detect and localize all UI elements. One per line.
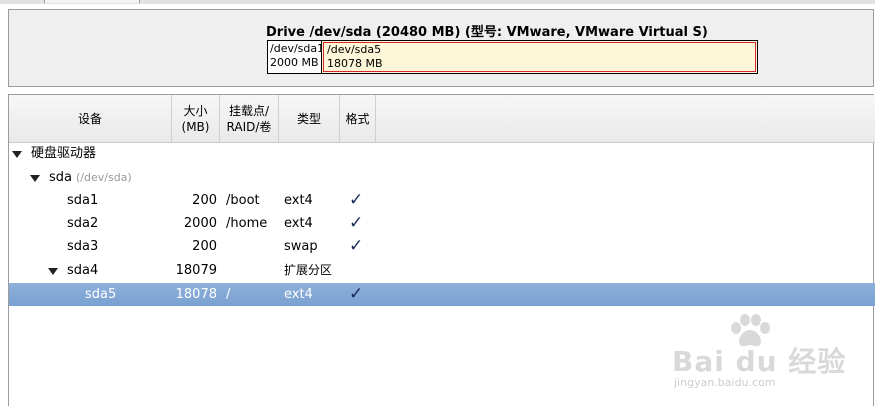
expander-icon[interactable] xyxy=(48,268,58,275)
expander-icon[interactable] xyxy=(12,151,22,158)
table-row[interactable]: sda1 200 /boot ext4 ✓ xyxy=(9,189,875,212)
segment-selection-outline: /dev/sda5 18078 MB xyxy=(323,42,756,72)
tree-row-sda[interactable]: sda (/dev/sda) xyxy=(9,166,875,189)
mount-cell: /boot xyxy=(226,193,260,208)
type-cell: ext4 xyxy=(284,216,313,231)
size-cell: 2000 xyxy=(183,216,217,231)
device-cell: sda1 xyxy=(67,193,99,208)
tree-row-hard-drives[interactable]: 硬盘驱动器 xyxy=(9,142,875,165)
top-tab[interactable] xyxy=(44,0,140,3)
header-label: 格式 xyxy=(345,111,370,126)
format-check-icon: ✓ xyxy=(349,236,364,256)
expander-icon[interactable] xyxy=(30,175,40,182)
size-cell: 200 xyxy=(192,193,217,208)
mount-cell: /home xyxy=(226,216,268,231)
header-label: RAID/卷 xyxy=(226,119,272,134)
format-check-icon: ✓ xyxy=(349,284,364,304)
table-header: 设备 大小 (MB) 挂载点/RAID/卷 类型 格式 xyxy=(9,95,875,143)
type-cell: ext4 xyxy=(284,287,313,302)
size-cell: 18079 xyxy=(175,263,217,278)
partition-segment-sda5[interactable]: /dev/sda5 18078 MB xyxy=(321,40,758,74)
drive-title: Drive /dev/sda (20480 MB) (型号: VMware, V… xyxy=(266,25,708,40)
type-cell: swap xyxy=(284,239,318,254)
header-label: 设备 xyxy=(77,111,102,126)
table-row[interactable]: sda2 2000 /home ext4 ✓ xyxy=(9,212,875,235)
disk-label-cell: sda (/dev/sda) xyxy=(49,166,132,189)
format-check-icon: ✓ xyxy=(349,190,364,210)
column-header-type[interactable]: 类型 xyxy=(279,95,340,142)
device-cell: sda2 xyxy=(67,216,99,231)
header-label: 挂载点/ xyxy=(228,103,270,118)
device-cell: sda4 xyxy=(67,263,99,278)
header-label: 大小 xyxy=(183,103,208,118)
type-cell: 扩展分区 xyxy=(284,263,333,277)
disk-path: (/dev/sda) xyxy=(76,171,132,184)
device-cell: sda3 xyxy=(67,239,99,254)
disk-label: sda xyxy=(49,170,72,185)
table-row[interactable]: sda4 18079 扩展分区 xyxy=(9,259,875,282)
segment-name: /dev/sda5 xyxy=(327,43,382,56)
segment-size: 18078 MB xyxy=(327,57,383,70)
table-row-selected[interactable]: sda5 18078 / ext4 ✓ xyxy=(9,283,875,306)
drive-graph-panel: Drive /dev/sda (20480 MB) (型号: VMware, V… xyxy=(8,9,874,87)
size-cell: 18078 xyxy=(175,287,217,302)
size-cell: 200 xyxy=(192,239,217,254)
group-label: 硬盘驱动器 xyxy=(31,146,97,161)
segment-name: /dev/sda1 xyxy=(270,42,322,55)
format-check-icon: ✓ xyxy=(349,213,364,233)
column-header-device[interactable]: 设备 xyxy=(9,95,172,142)
table-row[interactable]: sda3 200 swap ✓ xyxy=(9,235,875,258)
partition-segment-sda1[interactable]: /dev/sda1 2000 MB xyxy=(267,40,322,74)
partition-table: 设备 大小 (MB) 挂载点/RAID/卷 类型 格式 硬盘驱动器 sda (/de… xyxy=(8,94,875,406)
column-header-mount[interactable]: 挂载点/RAID/卷 xyxy=(220,95,279,142)
column-header-format[interactable]: 格式 xyxy=(340,95,376,142)
mount-cell: / xyxy=(226,287,231,302)
header-label: (MB) xyxy=(181,119,210,134)
device-cell: sda5 xyxy=(85,287,117,302)
column-header-size[interactable]: 大小 (MB) xyxy=(172,95,220,142)
segment-size: 2000 MB xyxy=(270,56,319,69)
header-label: 类型 xyxy=(296,111,321,126)
type-cell: ext4 xyxy=(284,193,313,208)
